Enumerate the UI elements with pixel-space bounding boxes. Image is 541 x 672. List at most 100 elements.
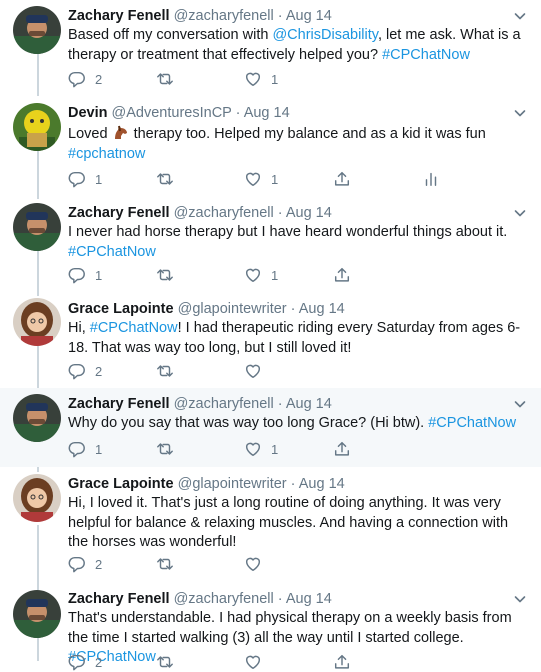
heart-icon <box>244 170 262 188</box>
author-handle[interactable]: @glapointewriter <box>178 301 287 317</box>
reply-icon <box>68 266 86 284</box>
hashtag-link[interactable]: #cpchatnow <box>68 146 145 162</box>
author-handle[interactable]: @zacharyfenell <box>174 205 274 221</box>
tweet-date[interactable]: Aug 14 <box>286 591 332 607</box>
share-icon <box>333 170 351 188</box>
avatar[interactable] <box>13 6 61 54</box>
text-segment: Hi, I loved it. That's just a long routi… <box>68 495 509 550</box>
author-name[interactable]: Devin <box>68 105 108 121</box>
like-count: 1 <box>271 267 279 283</box>
retweet-button[interactable] <box>156 554 183 574</box>
tweet-date[interactable]: Aug 14 <box>299 301 345 317</box>
like-button[interactable]: 1 <box>244 169 278 189</box>
author-name[interactable]: Zachary Fenell <box>68 396 170 412</box>
author-name[interactable]: Grace Lapointe <box>68 301 174 317</box>
retweet-button[interactable] <box>156 265 183 285</box>
analytics-button[interactable] <box>422 169 440 189</box>
reply-button[interactable]: 2 <box>68 554 102 574</box>
retweet-button[interactable] <box>156 69 183 89</box>
tweet-date[interactable]: Aug 14 <box>286 396 332 412</box>
author-handle[interactable]: @zacharyfenell <box>174 396 274 412</box>
heart-icon <box>244 653 262 671</box>
like-button[interactable] <box>244 652 271 672</box>
chevron-down-icon[interactable] <box>513 397 527 411</box>
mention-link[interactable]: @ChrisDisability <box>272 27 378 43</box>
share-button[interactable] <box>333 169 351 189</box>
share-icon <box>333 440 351 458</box>
reply-button[interactable]: 1 <box>68 265 102 285</box>
reply-count: 1 <box>95 267 103 283</box>
retweet-button[interactable] <box>156 439 183 459</box>
retweet-button[interactable] <box>156 652 183 672</box>
tweet[interactable]: Devin @AdventuresInCP · Aug 14 Loved the… <box>0 97 541 196</box>
avatar[interactable] <box>13 203 61 251</box>
avatar[interactable] <box>13 474 61 522</box>
reply-button[interactable]: 1 <box>68 439 102 459</box>
hashtag-link[interactable]: #CPChatNow <box>68 244 156 260</box>
retweet-icon <box>156 362 174 380</box>
like-count: 1 <box>271 171 279 187</box>
text-segment: Based off my conversation with <box>68 27 273 43</box>
author-name[interactable]: Zachary Fenell <box>68 8 170 24</box>
tweet[interactable]: Zachary Fenell @zacharyfenell · Aug 14 W… <box>0 388 541 467</box>
tweet[interactable]: Zachary Fenell @zacharyfenell · Aug 14 I… <box>0 197 541 293</box>
tweet[interactable]: Grace Lapointe @glapointewriter · Aug 14… <box>0 468 541 586</box>
retweet-button[interactable] <box>156 169 183 189</box>
tweet[interactable]: Grace Lapointe @glapointewriter · Aug 14… <box>0 293 541 388</box>
like-button[interactable] <box>244 361 271 381</box>
author-handle[interactable]: @zacharyfenell <box>174 591 274 607</box>
author-name[interactable]: Grace Lapointe <box>68 476 174 492</box>
chevron-down-icon[interactable] <box>513 206 527 220</box>
separator: · <box>277 591 283 607</box>
tweet-date[interactable]: Aug 14 <box>244 105 290 121</box>
reply-button[interactable]: 2 <box>68 652 102 672</box>
share-button[interactable] <box>333 265 351 285</box>
separator: · <box>277 8 283 24</box>
retweet-button[interactable] <box>156 361 183 381</box>
reply-icon <box>68 170 86 188</box>
avatar[interactable] <box>13 298 61 346</box>
like-button[interactable]: 1 <box>244 69 278 89</box>
reply-icon <box>68 555 86 573</box>
author-name[interactable]: Zachary Fenell <box>68 591 170 607</box>
avatar[interactable] <box>13 394 61 442</box>
hashtag-link[interactable]: #CPChatNow <box>382 47 470 63</box>
tweet[interactable]: Zachary Fenell @zacharyfenell · Aug 14 T… <box>0 586 541 661</box>
hashtag-link[interactable]: #CPChatNow <box>428 415 516 431</box>
text-segment: Hi, <box>68 320 90 336</box>
like-button[interactable] <box>244 554 271 574</box>
tweet-date[interactable]: Aug 14 <box>286 205 332 221</box>
tweet-header: Zachary Fenell @zacharyfenell · Aug 14 <box>68 395 332 414</box>
reply-button[interactable]: 2 <box>68 361 102 381</box>
author-handle[interactable]: @zacharyfenell <box>174 8 274 24</box>
share-icon <box>333 266 351 284</box>
heart-icon <box>244 362 262 380</box>
author-handle[interactable]: @glapointewriter <box>178 476 287 492</box>
chevron-down-icon[interactable] <box>513 106 527 120</box>
tweet-date[interactable]: Aug 14 <box>286 8 332 24</box>
like-button[interactable]: 1 <box>244 439 278 459</box>
like-count: 1 <box>271 441 279 457</box>
tweet-date[interactable]: Aug 14 <box>299 476 345 492</box>
share-button[interactable] <box>333 439 351 459</box>
tweet-actions: 2 <box>68 361 528 381</box>
tweet[interactable]: Zachary Fenell @zacharyfenell · Aug 14 B… <box>0 0 541 96</box>
reply-count: 1 <box>95 171 103 187</box>
tweet-header: Zachary Fenell @zacharyfenell · Aug 14 <box>68 204 332 223</box>
heart-icon <box>244 555 262 573</box>
hashtag-link[interactable]: #CPChatNow <box>90 320 178 336</box>
reply-button[interactable]: 1 <box>68 169 102 189</box>
tweet-actions: 1 1 <box>68 439 528 459</box>
reply-icon <box>68 70 86 88</box>
author-name[interactable]: Zachary Fenell <box>68 205 170 221</box>
avatar[interactable] <box>13 103 61 151</box>
avatar[interactable] <box>13 590 61 638</box>
chevron-down-icon[interactable] <box>513 9 527 23</box>
author-handle[interactable]: @AdventuresInCP <box>112 105 232 121</box>
like-button[interactable]: 1 <box>244 265 278 285</box>
reply-button[interactable]: 2 <box>68 69 102 89</box>
tweet-text: Why do you say that was way too long Gra… <box>68 414 530 434</box>
share-button[interactable] <box>333 652 351 672</box>
tweet-actions: 2 <box>68 554 528 574</box>
chevron-down-icon[interactable] <box>513 592 527 606</box>
